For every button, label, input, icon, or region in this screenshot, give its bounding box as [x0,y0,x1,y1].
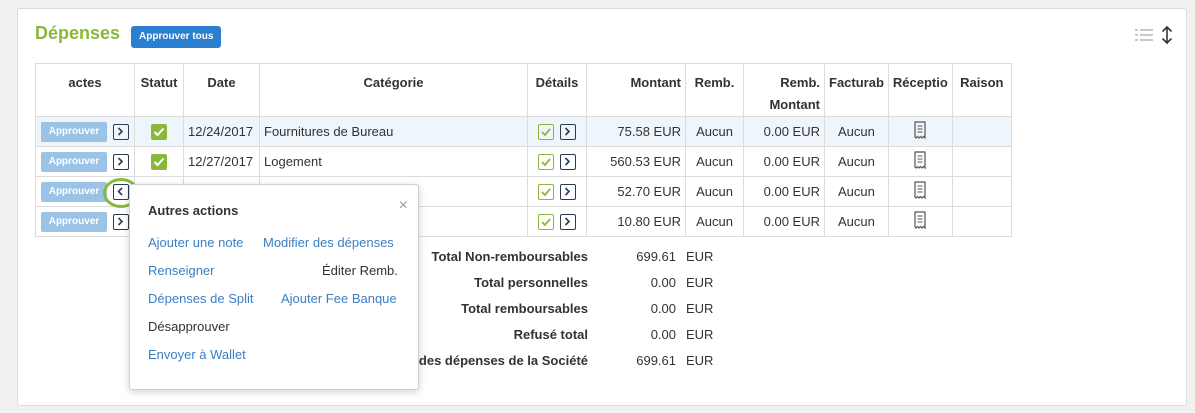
total-label: Refusé total [513,327,588,342]
total-label: Total personnelles [474,275,588,290]
remb-amount-cell: 0.00 EUR [743,146,825,177]
table-row[interactable]: Approuver 12/24/2017 Fournitures de Bure… [35,116,1012,147]
header-remb-amount-line1: Remb. [780,75,820,90]
remb-amount-cell: 0.00 EUR [743,206,825,237]
category-cell: Fournitures de Bureau [259,116,528,147]
panel-title: Dépenses [35,23,121,43]
receipt-icon[interactable] [913,211,927,230]
other-actions-popover: Autres actions × Ajouter une note Modifi… [129,184,419,390]
edit-remb-item[interactable]: Éditer Remb. [322,263,398,278]
total-value: 699.61 [636,353,676,368]
total-row: Refusé total 0.00 EUR [401,327,721,347]
details-check-icon [538,153,554,170]
reason-cell [951,206,1012,237]
total-currency: EUR [686,327,714,342]
details-chevron-icon[interactable] [560,153,576,170]
billable-cell: Aucun [824,176,889,207]
receipt-icon[interactable] [913,181,927,200]
category-cell: Logement [259,146,528,177]
total-row: Total remboursables 0.00 EUR [401,301,721,321]
details-chevron-icon[interactable] [560,123,576,140]
remb-cell: Aucun [685,206,744,237]
reason-cell [951,116,1012,147]
remb-amount-cell: 0.00 EUR [743,116,825,147]
total-currency: EUR [686,353,714,368]
header-category[interactable]: Catégorie [259,63,528,117]
remb-amount-cell: 0.00 EUR [743,176,825,207]
add-note-link[interactable]: Ajouter une note [148,235,243,250]
split-expenses-link[interactable]: Dépenses de Split [148,291,254,306]
amount-cell: 560.53 EUR [586,146,686,177]
reason-cell [951,176,1012,207]
table-row[interactable]: Approuver 12/27/2017 Logement 560.53 EUR… [35,146,1012,177]
total-value: 699.61 [636,249,676,264]
total-label: Total Non-remboursables [431,249,588,264]
details-check-icon [538,123,554,140]
edit-expenses-link[interactable]: Modifier des dépenses [263,235,394,250]
details-check-icon [538,183,554,200]
approve-button[interactable]: Approuver [41,121,107,142]
billable-cell: Aucun [824,206,889,237]
chevron-right-icon[interactable] [113,213,129,230]
add-bank-fee-link[interactable]: Ajouter Fee Banque [281,291,397,306]
header-billable[interactable]: Facturab [824,63,889,117]
header-date[interactable]: Date [183,63,260,117]
billable-cell: Aucun [824,116,889,147]
total-label: Total remboursables [461,301,588,316]
chevron-right-icon[interactable] [113,123,129,140]
details-check-icon [538,213,554,230]
reason-cell [951,146,1012,177]
date-cell: 12/24/2017 [183,116,260,147]
header-status[interactable]: Statut [134,63,184,117]
header-amount[interactable]: Montant [586,63,686,117]
approve-button[interactable]: Approuver [41,151,107,172]
sort-vertical-icon[interactable] [1160,25,1174,45]
chevron-right-icon[interactable] [113,153,129,170]
unapprove-item[interactable]: Désapprouver [148,319,230,334]
total-value: 0.00 [650,327,676,342]
remb-cell: Aucun [685,176,744,207]
header-details: Détails [527,63,587,117]
details-chevron-icon[interactable] [560,213,576,230]
billable-cell: Aucun [824,146,889,177]
header-remb-amount[interactable]: Remb. Montant [743,63,825,117]
approve-button[interactable]: Approuver [41,211,107,232]
total-value: 0.00 [650,301,676,316]
receipt-icon[interactable] [913,121,927,140]
fill-in-link[interactable]: Renseigner [148,263,215,278]
total-row: des dépenses de la Société 699.61 EUR [401,353,721,373]
amount-cell: 75.58 EUR [586,116,686,147]
header-remb-amount-line2: Montant [769,97,820,112]
total-currency: EUR [686,249,714,264]
header-remb[interactable]: Remb. [685,63,744,117]
date-cell: 12/27/2017 [183,146,260,177]
popover-title: Autres actions [148,203,239,218]
total-currency: EUR [686,301,714,316]
table-header-row: actes Statut Date Catégorie Détails Mont… [35,63,1012,117]
close-icon[interactable]: × [399,197,408,215]
status-check-icon [151,153,167,170]
amount-cell: 10.80 EUR [586,206,686,237]
remb-cell: Aucun [685,116,744,147]
status-check-icon [151,123,167,140]
send-to-wallet-link[interactable]: Envoyer à Wallet [148,347,246,362]
list-icon[interactable] [1135,28,1153,42]
header-reason[interactable]: Raison [951,63,1012,117]
amount-cell: 52.70 EUR [586,176,686,207]
total-currency: EUR [686,275,714,290]
total-value: 0.00 [650,275,676,290]
details-chevron-icon[interactable] [560,183,576,200]
header-actions: actes [35,63,135,117]
approve-button[interactable]: Approuver [41,181,107,202]
approve-all-button[interactable]: Approuver tous [131,26,222,48]
receipt-icon[interactable] [913,151,927,170]
total-row: Total personnelles 0.00 EUR [401,275,721,295]
header-receipt[interactable]: Réceptio [887,63,953,117]
total-label: des dépenses de la Société [418,353,588,368]
remb-cell: Aucun [685,146,744,177]
total-row: Total Non-remboursables 699.61 EUR [401,249,721,269]
